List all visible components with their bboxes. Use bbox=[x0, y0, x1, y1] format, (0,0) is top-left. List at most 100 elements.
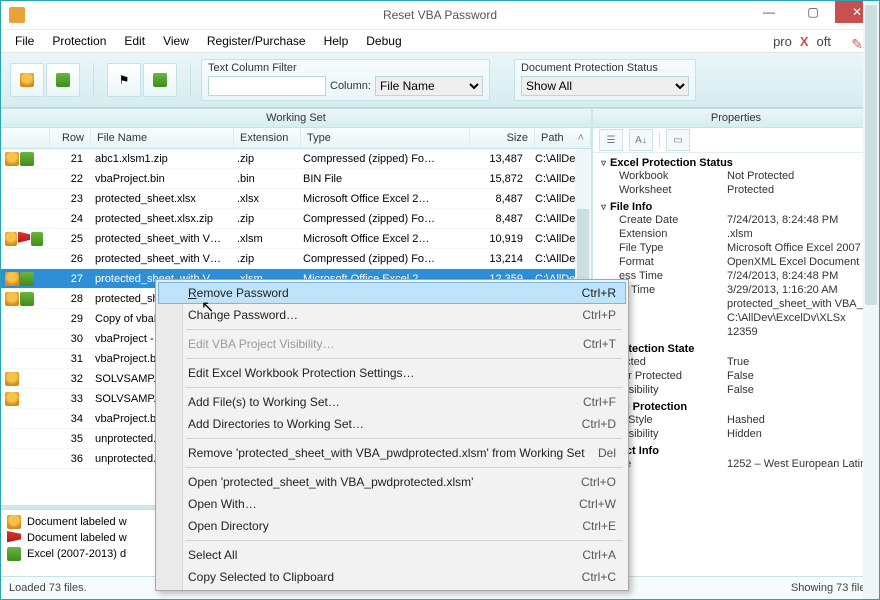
context-menu[interactable]: Remove PasswordCtrl+RChange Password…Ctr… bbox=[155, 279, 629, 591]
excel-icon bbox=[31, 232, 43, 246]
table-row[interactable]: 23protected_sheet.xlsx.xlsxMicrosoft Off… bbox=[1, 189, 591, 209]
property-row[interactable]: ess Time7/24/2013, 8:24:48 PM bbox=[601, 269, 879, 283]
lock-icon bbox=[5, 272, 19, 286]
context-menu-item[interactable]: Open With…Ctrl+W bbox=[158, 493, 626, 515]
brand-logo: proXoft bbox=[757, 32, 847, 51]
excel-icon bbox=[20, 292, 34, 306]
context-menu-item[interactable]: Open DirectoryCtrl+E bbox=[158, 515, 626, 537]
properties-toolbar: ☰ A↓ ▭ bbox=[593, 128, 879, 153]
window-title: Reset VBA Password bbox=[383, 8, 497, 22]
flag-icon bbox=[18, 232, 30, 246]
property-row[interactable]: Create Date7/24/2013, 8:24:48 PM bbox=[601, 213, 879, 227]
log-line: Excel (2007-2013) d bbox=[27, 548, 126, 560]
context-menu-item[interactable]: Select AllCtrl+A bbox=[158, 544, 626, 566]
table-row[interactable]: 22vbaProject.bin.binBIN File15,872C:\All… bbox=[1, 169, 591, 189]
column-select[interactable]: File Name bbox=[375, 76, 483, 96]
property-row[interactable]: 12359 bbox=[601, 325, 879, 339]
property-group-title[interactable]: File Info bbox=[601, 201, 879, 213]
excel-icon bbox=[20, 272, 34, 286]
property-row[interactable]: VisibilityFalse bbox=[601, 383, 879, 397]
flag-icon[interactable]: ⚑ bbox=[107, 63, 141, 97]
lock-icon bbox=[5, 152, 19, 166]
property-row[interactable]: tor ProtectedFalse bbox=[601, 369, 879, 383]
col-size[interactable]: Size bbox=[470, 128, 535, 148]
property-row[interactable]: protected_sheet_with VBA_p bbox=[601, 297, 879, 311]
menu-register[interactable]: Register/Purchase bbox=[199, 32, 314, 50]
context-menu-item[interactable]: Open 'protected_sheet_with VBA_pwdprotec… bbox=[158, 471, 626, 493]
property-row[interactable]: FormatOpenXML Excel Document bbox=[601, 255, 879, 269]
property-row[interactable]: C:\AllDev\ExcelDv\XLSx bbox=[601, 311, 879, 325]
categorized-icon[interactable]: ☰ bbox=[599, 129, 623, 151]
properties-scrollbar[interactable] bbox=[863, 153, 879, 576]
menu-file[interactable]: File bbox=[7, 32, 42, 50]
working-set-header: Working Set bbox=[1, 108, 591, 128]
property-row[interactable]: d StyleHashed bbox=[601, 413, 879, 427]
context-menu-item[interactable]: Change Password…Ctrl+P bbox=[158, 304, 626, 326]
table-row[interactable]: 25protected_sheet_with V….xlsmMicrosoft … bbox=[1, 229, 591, 249]
property-group-title[interactable]: Excel Protection Status bbox=[601, 157, 879, 169]
app-icon bbox=[9, 7, 25, 23]
col-type[interactable]: Type bbox=[301, 128, 470, 148]
menu-protection[interactable]: Protection bbox=[44, 32, 114, 50]
menu-help[interactable]: Help bbox=[316, 32, 357, 50]
excel-icon bbox=[20, 152, 34, 166]
text-filter-group: Text Column Filter Column: File Name bbox=[201, 59, 490, 101]
context-menu-item[interactable]: Add Directories to Working Set…Ctrl+D bbox=[158, 413, 626, 435]
property-row[interactable]: VisibilityHidden bbox=[601, 427, 879, 441]
log-line: Document labeled w bbox=[27, 516, 127, 528]
docstatus-label: Document Protection Status bbox=[521, 62, 689, 74]
menu-view[interactable]: View bbox=[155, 32, 197, 50]
lock-icon bbox=[5, 392, 19, 406]
log-line: Document labeled w bbox=[27, 532, 127, 544]
lock-icon bbox=[5, 292, 19, 306]
property-group-title[interactable]: ode Protection bbox=[601, 401, 879, 413]
minimize-button[interactable]: — bbox=[747, 1, 791, 23]
menubar: File Protection Edit View Register/Purch… bbox=[1, 30, 879, 53]
flag-icon bbox=[7, 531, 21, 545]
property-row[interactable]: File TypeMicrosoft Office Excel 2007 M bbox=[601, 241, 879, 255]
property-row[interactable]: ge1252 – West European Latin bbox=[601, 457, 879, 471]
col-extension[interactable]: Extension bbox=[234, 128, 301, 148]
toolbar-divider bbox=[190, 63, 191, 97]
table-row[interactable]: 26protected_sheet_with V….zipCompressed … bbox=[1, 249, 591, 269]
context-menu-item[interactable]: Remove 'protected_sheet_with VBA_pwdprot… bbox=[158, 442, 626, 464]
app-window: Reset VBA Password — ▢ ✕ File Protection… bbox=[0, 0, 880, 600]
lock-icon bbox=[5, 232, 17, 246]
table-row[interactable]: 24protected_sheet.xlsx.zip.zipCompressed… bbox=[1, 209, 591, 229]
properties-grid[interactable]: Excel Protection StatusWorkbookNot Prote… bbox=[593, 153, 879, 576]
filter-input[interactable] bbox=[208, 76, 326, 96]
maximize-button[interactable]: ▢ bbox=[791, 1, 835, 23]
grid-header: Row File Name Extension Type Size Path ˄ bbox=[1, 128, 591, 149]
col-row[interactable]: Row bbox=[50, 128, 91, 148]
property-group-title[interactable]: Protection State bbox=[601, 343, 879, 355]
window-controls: — ▢ ✕ bbox=[747, 1, 879, 23]
col-filename[interactable]: File Name bbox=[91, 128, 234, 148]
property-group-title[interactable]: oject Info bbox=[601, 445, 879, 457]
excel-lock-icon[interactable] bbox=[143, 63, 177, 97]
filter-label: Text Column Filter bbox=[208, 62, 483, 74]
titlebar: Reset VBA Password — ▢ ✕ bbox=[1, 1, 879, 30]
status-right: Showing 73 files bbox=[791, 582, 871, 594]
status-left: Loaded 73 files. bbox=[9, 582, 87, 594]
excel-icon bbox=[7, 547, 21, 561]
docstatus-select[interactable]: Show All bbox=[521, 76, 689, 96]
col-path[interactable]: Path ˄ bbox=[535, 128, 591, 148]
context-menu-item[interactable]: Copy Selected to ClipboardCtrl+C bbox=[158, 566, 626, 588]
pages-icon[interactable]: ▭ bbox=[666, 129, 690, 151]
table-row[interactable]: 21abc1.xlsm1.zip.zipCompressed (zipped) … bbox=[1, 149, 591, 169]
property-row[interactable]: WorkbookNot Protected bbox=[601, 169, 879, 183]
menu-debug[interactable]: Debug bbox=[358, 32, 409, 50]
property-row[interactable]: te Time3/29/2013, 1:16:20 AM bbox=[601, 283, 879, 297]
context-menu-item[interactable]: Remove PasswordCtrl+R bbox=[158, 282, 626, 304]
unlock-excel-icon[interactable] bbox=[46, 63, 80, 97]
doc-status-group: Document Protection Status Show All bbox=[514, 59, 696, 101]
context-menu-item[interactable]: Edit Excel Workbook Protection Settings… bbox=[158, 362, 626, 384]
lock-icon bbox=[7, 515, 21, 529]
property-row[interactable]: WorksheetProtected bbox=[601, 183, 879, 197]
menu-edit[interactable]: Edit bbox=[116, 32, 153, 50]
property-row[interactable]: Extension.xlsm bbox=[601, 227, 879, 241]
context-menu-item[interactable]: Add File(s) to Working Set…Ctrl+F bbox=[158, 391, 626, 413]
unlock-icon[interactable] bbox=[10, 63, 44, 97]
alphabetical-icon[interactable]: A↓ bbox=[629, 129, 653, 151]
property-row[interactable]: ectedTrue bbox=[601, 355, 879, 369]
